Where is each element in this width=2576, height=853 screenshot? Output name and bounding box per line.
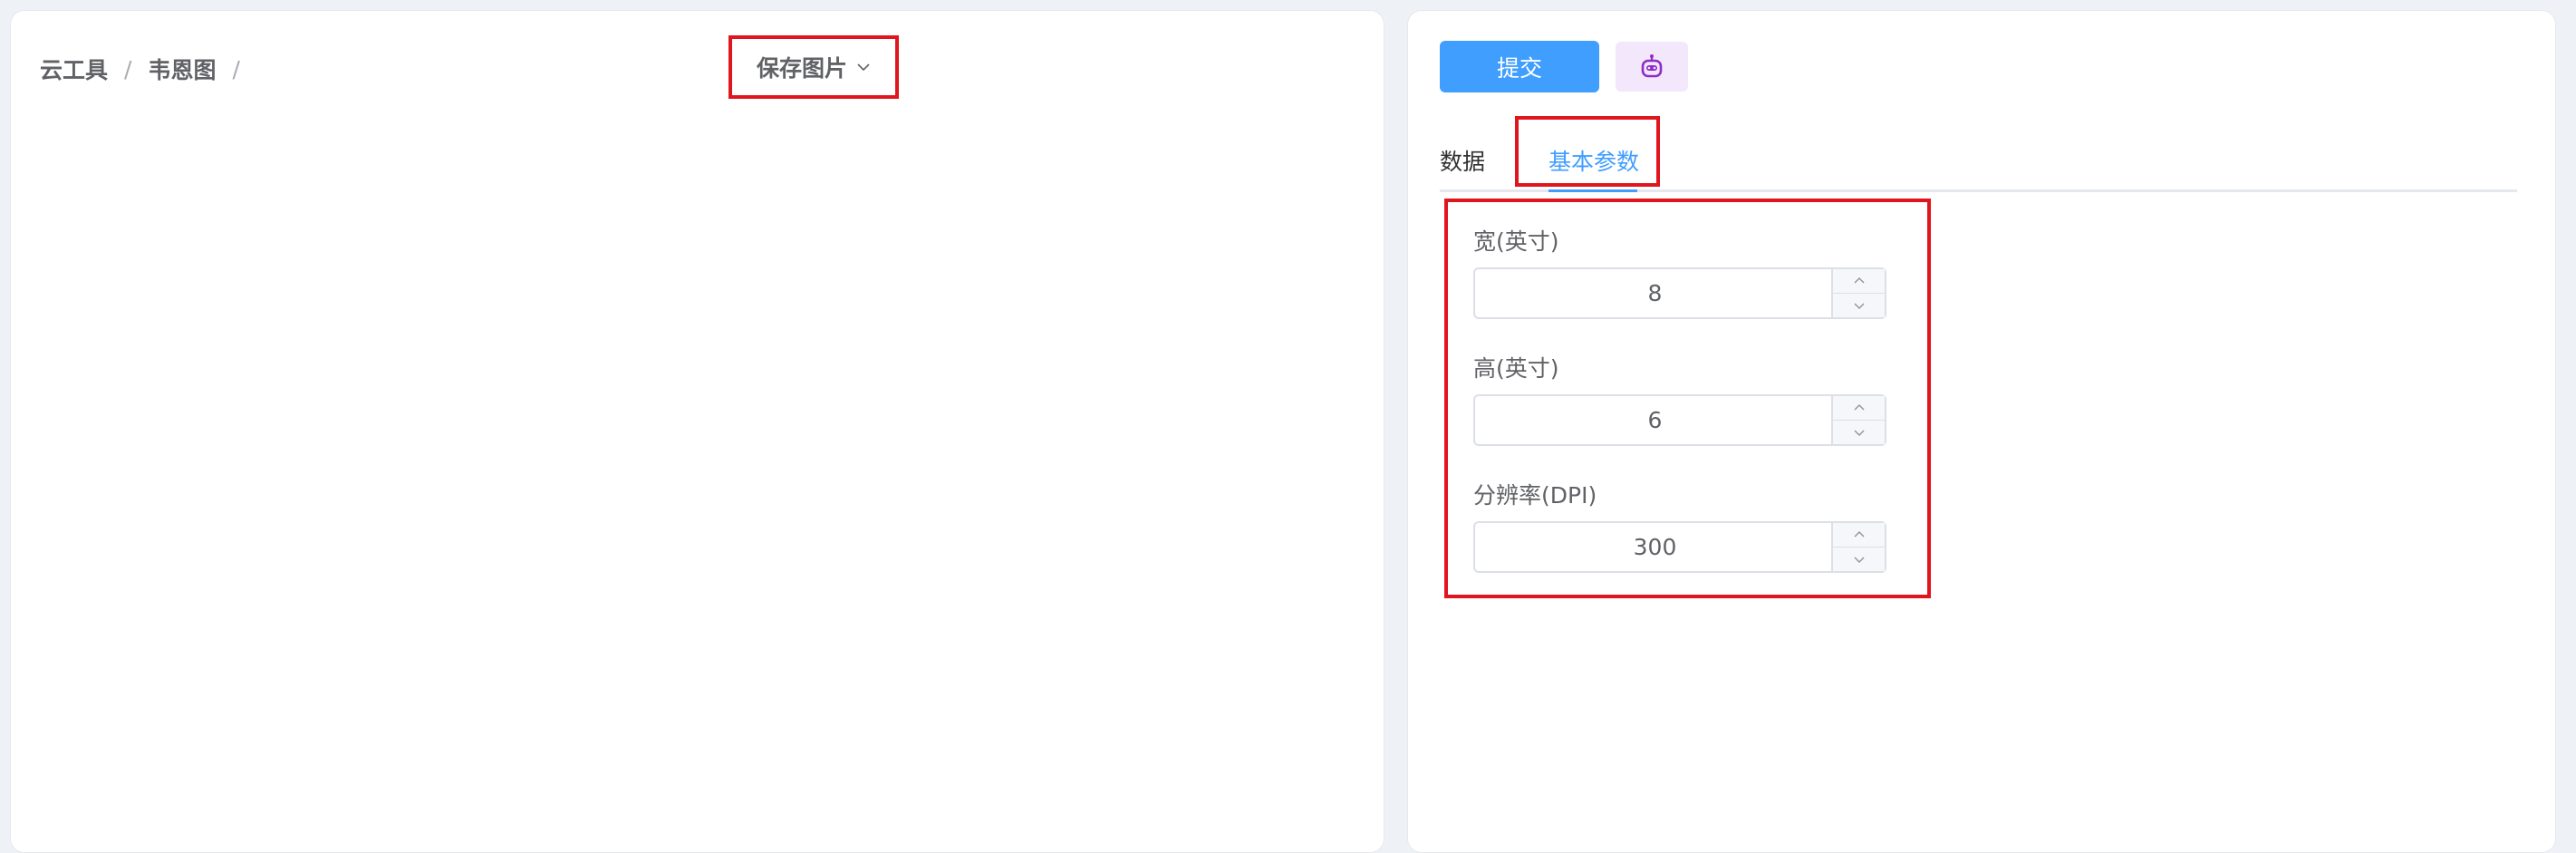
ai-assistant-button[interactable] xyxy=(1616,42,1688,92)
tab-data[interactable]: 数据 xyxy=(1440,144,1485,177)
width-input[interactable]: 8 xyxy=(1473,267,1886,319)
chart-panel: 云工具 / 韦恩图 / 保存图片 xyxy=(10,10,1384,853)
chevron-up-icon xyxy=(1854,531,1864,538)
height-label: 高(英寸) xyxy=(1473,355,1559,382)
params-form-highlight: 宽(英寸) 8 高(英寸) 6 分辨率(DPI) 300 xyxy=(1444,199,1931,598)
dpi-increment-button[interactable] xyxy=(1833,523,1885,548)
tab-highlight-box xyxy=(1515,116,1660,187)
width-value[interactable]: 8 xyxy=(1475,269,1835,317)
breadcrumb-separator: / xyxy=(124,55,132,82)
chevron-up-icon xyxy=(1854,404,1864,411)
dpi-decrement-button[interactable] xyxy=(1833,548,1885,571)
breadcrumb-item-venn[interactable]: 韦恩图 xyxy=(148,53,216,85)
save-image-highlight: 保存图片 xyxy=(728,35,899,99)
robot-icon xyxy=(1641,53,1663,77)
dpi-stepper xyxy=(1831,523,1885,571)
settings-tabs: 数据 基本参数 xyxy=(1440,116,2517,192)
chevron-down-icon xyxy=(1854,557,1864,563)
chevron-up-icon xyxy=(1854,277,1864,284)
dpi-label: 分辨率(DPI) xyxy=(1473,482,1597,509)
save-image-dropdown[interactable]: 保存图片 xyxy=(757,51,871,83)
height-value[interactable]: 6 xyxy=(1475,396,1835,444)
chevron-down-icon xyxy=(1854,303,1864,309)
breadcrumb-item-cloud-tools[interactable]: 云工具 xyxy=(40,53,108,85)
breadcrumb-separator: / xyxy=(232,55,240,82)
width-decrement-button[interactable] xyxy=(1833,294,1885,317)
height-increment-button[interactable] xyxy=(1833,396,1885,421)
breadcrumb: 云工具 / 韦恩图 / xyxy=(40,53,256,85)
height-decrement-button[interactable] xyxy=(1833,421,1885,444)
chevron-down-icon xyxy=(1854,430,1864,436)
chevron-down-icon xyxy=(857,63,870,72)
save-image-label: 保存图片 xyxy=(756,55,847,82)
settings-panel: 提交 数据 基本参数 宽(英寸) 8 高(英寸) 6 分辨率(DPI) 300 xyxy=(1407,10,2556,853)
dpi-value[interactable]: 300 xyxy=(1475,523,1835,571)
height-input[interactable]: 6 xyxy=(1473,394,1886,446)
width-stepper xyxy=(1831,269,1885,317)
height-stepper xyxy=(1831,396,1885,444)
dpi-input[interactable]: 300 xyxy=(1473,521,1886,573)
active-tab-indicator xyxy=(1548,189,1637,192)
submit-button[interactable]: 提交 xyxy=(1440,41,1599,92)
width-label: 宽(英寸) xyxy=(1473,228,1559,255)
width-increment-button[interactable] xyxy=(1833,269,1885,294)
